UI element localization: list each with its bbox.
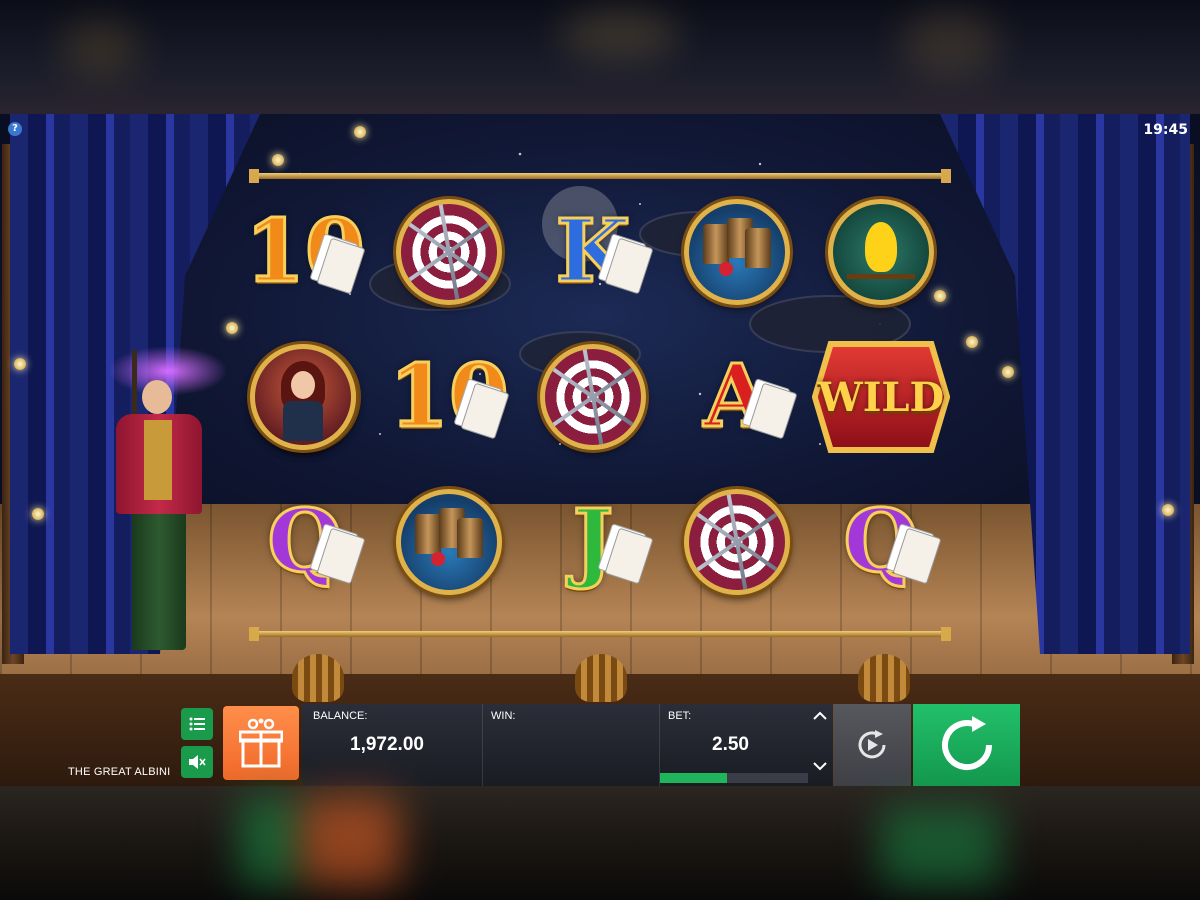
footlight-left [292, 654, 344, 702]
bottom-reel-rail [249, 627, 951, 641]
control-bar: THE GREAT ALBINI BALANCE: 1,972.00 WIN: … [0, 704, 1200, 786]
reel-symbol-10: 10 [388, 337, 511, 457]
spin-button[interactable] [913, 704, 1020, 786]
reel-symbol-target [677, 482, 797, 602]
wild-label: WILD [817, 373, 945, 421]
divider [482, 704, 483, 786]
bet-level-bar [660, 773, 808, 783]
reel-symbol-cups [677, 192, 797, 312]
reel-symbol-canary [821, 192, 941, 312]
bet-level-fill [660, 773, 727, 783]
reel-symbol-wild: WILD [811, 337, 951, 457]
game-title: THE GREAT ALBINI [68, 766, 171, 778]
lady-icon [250, 344, 356, 450]
bet-decrease-button[interactable] [813, 760, 827, 774]
bet-label: BET: [668, 710, 692, 722]
spin-icon [941, 716, 992, 771]
autoplay-icon [858, 730, 886, 759]
magician-character [98, 346, 228, 660]
gift-icon [239, 718, 283, 768]
reel-symbol-q: Q [245, 482, 366, 602]
gift-button[interactable] [223, 706, 299, 780]
sound-button[interactable] [181, 746, 213, 778]
reel-grid: 10 Q 10 K J A WILD Q [243, 192, 965, 622]
reel-symbol-cups [389, 482, 509, 602]
reel-symbol-target [533, 337, 653, 457]
footlight-right [858, 654, 910, 702]
target-icon [396, 199, 502, 305]
chevron-up-icon [813, 711, 827, 720]
balance-label: BALANCE: [313, 710, 368, 722]
reel-symbol-a: A [677, 337, 798, 457]
wild-badge: WILD [811, 341, 951, 453]
help-icon[interactable]: ? [8, 122, 22, 136]
mute-icon [189, 755, 206, 769]
cups-icon [684, 199, 790, 305]
menu-button[interactable] [181, 708, 213, 740]
target-icon [540, 344, 646, 450]
top-reel-rail [249, 169, 951, 183]
cups-icon [396, 489, 502, 595]
reel-symbol-10: 10 [244, 192, 367, 312]
chevron-down-icon [813, 762, 827, 771]
clock: 19:45 [1143, 122, 1188, 138]
reel-symbol-lady [243, 337, 363, 457]
bet-adjuster [808, 704, 832, 786]
game-stage: ? 19:45 10 Q 10 K J A WILD Q THE GREAT ALBINI [0, 114, 1200, 786]
balance-value: 1,972.00 [350, 734, 424, 755]
win-label: WIN: [491, 710, 516, 722]
reel-symbol-j: J [533, 482, 654, 602]
canary-icon [828, 199, 934, 305]
top-letterbox [0, 0, 1200, 114]
menu-icon [189, 717, 205, 731]
footlight-center [575, 654, 627, 702]
bet-value: 2.50 [712, 734, 749, 755]
reel-symbol-q: Q [821, 482, 942, 602]
bottom-letterbox [0, 786, 1200, 900]
autoplay-button[interactable] [833, 704, 911, 786]
target-icon [684, 489, 790, 595]
reel-symbol-target [389, 192, 509, 312]
bet-increase-button[interactable] [813, 710, 827, 724]
reel-symbol-k: K [533, 192, 654, 312]
